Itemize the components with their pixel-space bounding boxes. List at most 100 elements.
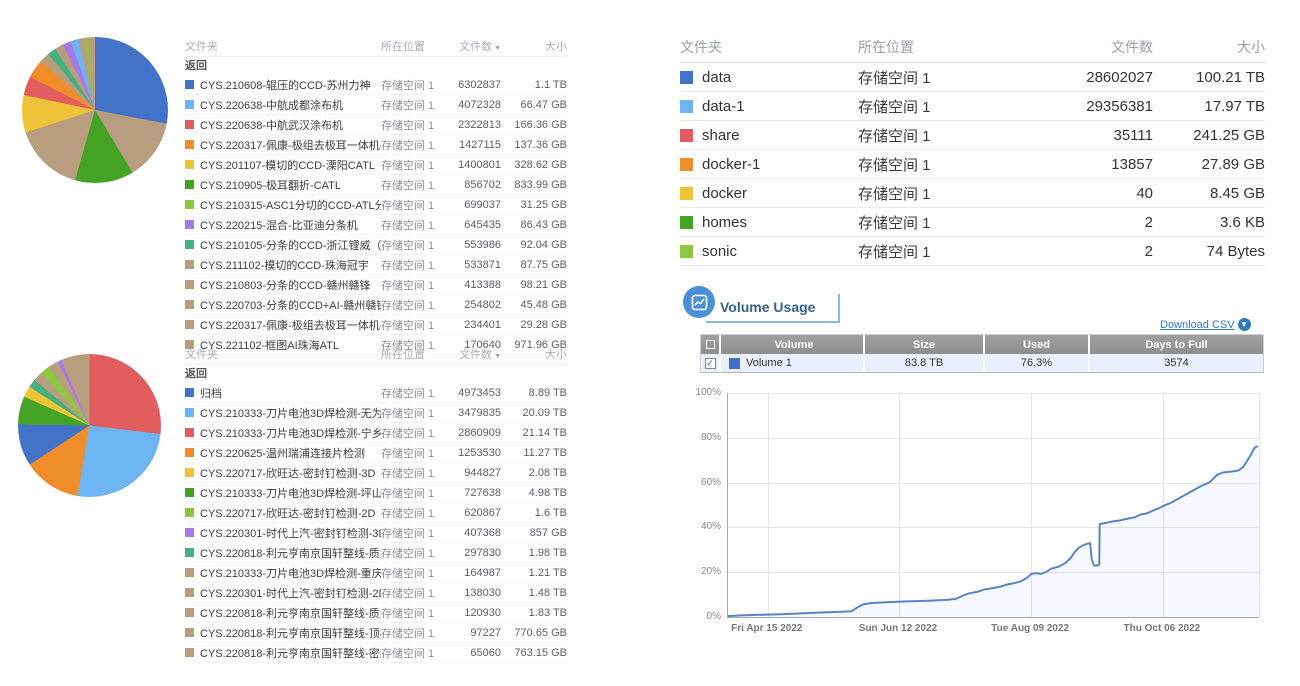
folder-file-count: 1427115 xyxy=(445,139,501,151)
folder-name[interactable]: CYS.220638-中航成都涂布机 xyxy=(200,97,381,113)
folder-name[interactable]: CYS.220301-时代上汽-密封钉检测-3D xyxy=(200,525,381,541)
folder-row[interactable]: CYS.210333-刀片电池3D焊检测-无为-2期存储空间 134798352… xyxy=(185,403,567,423)
download-arrow-icon[interactable]: ▼ xyxy=(1238,318,1251,331)
header-folder[interactable]: 文件夹 xyxy=(185,38,381,54)
folder-row[interactable]: share存储空间 135111241.25 GB xyxy=(680,121,1265,150)
folder-name[interactable]: 归档 xyxy=(200,385,381,401)
folder-row[interactable]: CYS.210803-分条的CCD-赣州赣锋存储空间 141338898.21 … xyxy=(185,275,567,295)
folder-row[interactable]: CYS.220818-利元亨南京国轩整线-顶板激光焊缝-...存储空间 1972… xyxy=(185,623,567,643)
folder-name[interactable]: CYS.210333-刀片电池3D焊检测-宁乡 xyxy=(200,425,381,441)
folder-row[interactable]: CYS.210315-ASC1分切的CCD-ATL分条机存储空间 1699037… xyxy=(185,195,567,215)
folder-row[interactable]: CYS.220638-中航成都涂布机存储空间 1407232866.47 GB xyxy=(185,95,567,115)
folder-size: 20.09 TB xyxy=(501,407,567,419)
folder-row[interactable]: docker-1存储空间 11385727.89 GB xyxy=(680,150,1265,179)
folder-row[interactable]: data存储空间 128602027100.21 TB xyxy=(680,63,1265,92)
folder-name[interactable]: CYS.210803-分条的CCD-赣州赣锋 xyxy=(200,277,381,293)
folder-row[interactable]: data-1存储空间 12935638117.97 TB xyxy=(680,92,1265,121)
header-size[interactable]: 大小 xyxy=(1153,37,1265,57)
back-link[interactable]: 返回 xyxy=(185,365,567,383)
header-volume[interactable]: Volume xyxy=(721,335,865,354)
folder-row[interactable]: CYS.201107-模切的CCD-溧阳CATL存储空间 11400801328… xyxy=(185,155,567,175)
folder-name[interactable]: CYS.220818-利元亨南京国轩整线-顶板激光焊缝-... xyxy=(200,625,381,641)
folder-name[interactable]: CYS.210333-刀片电池3D焊检测-重庆 xyxy=(200,565,381,581)
folder-name[interactable]: CYS.211102-模切的CCD-珠海冠宇 xyxy=(200,257,381,273)
folder-name[interactable]: data-1 xyxy=(702,98,858,115)
download-csv-link[interactable]: Download CSV xyxy=(1160,319,1235,331)
folder-row[interactable]: CYS.220818-利元亨南京国轩整线-质量焊-3D存储空间 12978301… xyxy=(185,543,567,563)
folder-name[interactable]: CYS.210333-刀片电池3D焊检测-坪山 xyxy=(200,485,381,501)
header-folder[interactable]: 文件夹 xyxy=(185,346,381,362)
folder-name[interactable]: CYS.220717-欣旺达-密封钉检测-3D xyxy=(200,465,381,481)
folder-row[interactable]: CYS.220703-分条的CCD+AI-赣州赣锋存储空间 125480245.… xyxy=(185,295,567,315)
folder-name[interactable]: CYS.210105-分条的CCD-浙江锂威（兰溪） xyxy=(200,237,381,253)
header-used[interactable]: Used xyxy=(985,335,1090,354)
folder-name[interactable]: CYS.220703-分条的CCD+AI-赣州赣锋 xyxy=(200,297,381,313)
header-location[interactable]: 所在位置 xyxy=(381,346,445,362)
folder-row[interactable]: CYS.210905-极耳翻折-CATL存储空间 1856702833.99 G… xyxy=(185,175,567,195)
header-location[interactable]: 所在位置 xyxy=(381,38,445,54)
folder-row[interactable]: CYS.210333-刀片电池3D焊检测-宁乡存储空间 1286090921.1… xyxy=(185,423,567,443)
folder-location: 存储空间 1 xyxy=(381,197,445,213)
folder-name[interactable]: docker xyxy=(702,185,858,202)
folder-name[interactable]: CYS.201107-模切的CCD-溧阳CATL xyxy=(200,157,381,173)
folder-size: 66.47 GB xyxy=(501,99,567,111)
header-days-to-full[interactable]: Days to Full xyxy=(1090,335,1263,354)
header-file-count[interactable]: 文件数▼ xyxy=(445,38,501,54)
header-volume-size[interactable]: Size xyxy=(865,335,985,354)
folder-row[interactable]: CYS.210333-刀片电池3D焊检测-坪山存储空间 17276384.98 … xyxy=(185,483,567,503)
header-file-count[interactable]: 文件数 xyxy=(1033,37,1153,57)
folder-name[interactable]: homes xyxy=(702,214,858,231)
folder-row[interactable]: CYS.220317-佩康-极组去极耳一体机-定位存储空间 123440129.… xyxy=(185,315,567,335)
folder-row[interactable]: CYS.220301-时代上汽-密封钉检测-3D存储空间 1407368857 … xyxy=(185,523,567,543)
header-size[interactable]: 大小 xyxy=(501,38,567,54)
folder-row[interactable]: CYS.210105-分条的CCD-浙江锂威（兰溪）存储空间 155398692… xyxy=(185,235,567,255)
volume-row[interactable]: ✓ Volume 1 83.8 TB 76.3% 3574 xyxy=(701,354,1263,372)
volume-size: 83.8 TB xyxy=(865,354,985,372)
folder-name[interactable]: share xyxy=(702,127,858,144)
folder-name[interactable]: CYS.220818-利元亨南京国轩整线-密封钉 xyxy=(200,645,381,661)
folder-name[interactable]: CYS.220301-时代上汽-密封钉检测-2D xyxy=(200,585,381,601)
folder-row[interactable]: CYS.220638-中航武汉涂布机存储空间 12322813166.36 GB xyxy=(185,115,567,135)
folder-row[interactable]: CYS.220215-混合-比亚迪分条机存储空间 164543586.43 GB xyxy=(185,215,567,235)
folder-name[interactable]: CYS.210315-ASC1分切的CCD-ATL分条机 xyxy=(200,197,381,213)
folder-location: 存储空间 1 xyxy=(381,317,445,333)
folder-name[interactable]: CYS.220717-欣旺达-密封钉检测-2D xyxy=(200,505,381,521)
header-location[interactable]: 所在位置 xyxy=(858,37,1033,57)
folder-name[interactable]: CYS.220317-佩康-极组去极耳一体机-缺陷检测 xyxy=(200,137,381,153)
folder-row[interactable]: CYS.211102-模切的CCD-珠海冠宇存储空间 153387187.75 … xyxy=(185,255,567,275)
folder-name[interactable]: CYS.220818-利元亨南京国轩整线-质量焊-2D xyxy=(200,605,381,621)
folder-row[interactable]: CYS.220717-欣旺达-密封钉检测-3D存储空间 19448272.08 … xyxy=(185,463,567,483)
folder-row[interactable]: CYS.220317-佩康-极组去极耳一体机-缺陷检测存储空间 11427115… xyxy=(185,135,567,155)
folder-location: 存储空间 1 xyxy=(381,157,445,173)
folder-name[interactable]: CYS.220215-混合-比亚迪分条机 xyxy=(200,217,381,233)
folder-row[interactable]: docker存储空间 1408.45 GB xyxy=(680,179,1265,208)
folder-name[interactable]: CYS.210608-辊压的CCD-苏州力神 xyxy=(200,77,381,93)
folder-row[interactable]: CYS.220301-时代上汽-密封钉检测-2D存储空间 11380301.48… xyxy=(185,583,567,603)
select-all-checkbox[interactable] xyxy=(701,335,721,354)
folder-row[interactable]: CYS.220818-利元亨南京国轩整线-质量焊-2D存储空间 11209301… xyxy=(185,603,567,623)
folder-name[interactable]: CYS.220625-温州瑞浦连接片检测 xyxy=(200,445,381,461)
folder-row[interactable]: homes存储空间 123.6 KB xyxy=(680,208,1265,237)
folder-name[interactable]: CYS.210333-刀片电池3D焊检测-无为-2期 xyxy=(200,405,381,421)
folder-name[interactable]: sonic xyxy=(702,243,858,260)
folder-name[interactable]: CYS.220638-中航武汉涂布机 xyxy=(200,117,381,133)
folder-row[interactable]: CYS.210608-辊压的CCD-苏州力神存储空间 163028371.1 T… xyxy=(185,75,567,95)
header-folder[interactable]: 文件夹 xyxy=(680,37,858,57)
back-link[interactable]: 返回 xyxy=(185,57,567,75)
folder-row[interactable]: CYS.210333-刀片电池3D焊检测-重庆存储空间 11649871.21 … xyxy=(185,563,567,583)
folder-name[interactable]: data xyxy=(702,69,858,86)
folder-name[interactable]: docker-1 xyxy=(702,156,858,173)
folder-name[interactable]: CYS.220818-利元亨南京国轩整线-质量焊-3D xyxy=(200,545,381,561)
folder-row[interactable]: CYS.220625-温州瑞浦连接片检测存储空间 1125353011.27 T… xyxy=(185,443,567,463)
folder-row[interactable]: sonic存储空间 1274 Bytes xyxy=(680,237,1265,266)
folder-row[interactable]: CYS.220717-欣旺达-密封钉检测-2D存储空间 16208671.6 T… xyxy=(185,503,567,523)
folder-location: 存储空间 1 xyxy=(858,183,1033,204)
folder-name[interactable]: CYS.220317-佩康-极组去极耳一体机-定位 xyxy=(200,317,381,333)
folder-color-swatch xyxy=(185,488,194,497)
header-size[interactable]: 大小 xyxy=(501,346,567,362)
folder-row[interactable]: 归档存储空间 149734538.89 TB xyxy=(185,383,567,403)
folder-name[interactable]: CYS.210905-极耳翻折-CATL xyxy=(200,177,381,193)
volume-checkbox[interactable]: ✓ xyxy=(705,358,716,369)
folder-row[interactable]: CYS.220818-利元亨南京国轩整线-密封钉存储空间 165060763.1… xyxy=(185,643,567,663)
header-file-count[interactable]: 文件数▼ xyxy=(445,346,501,362)
